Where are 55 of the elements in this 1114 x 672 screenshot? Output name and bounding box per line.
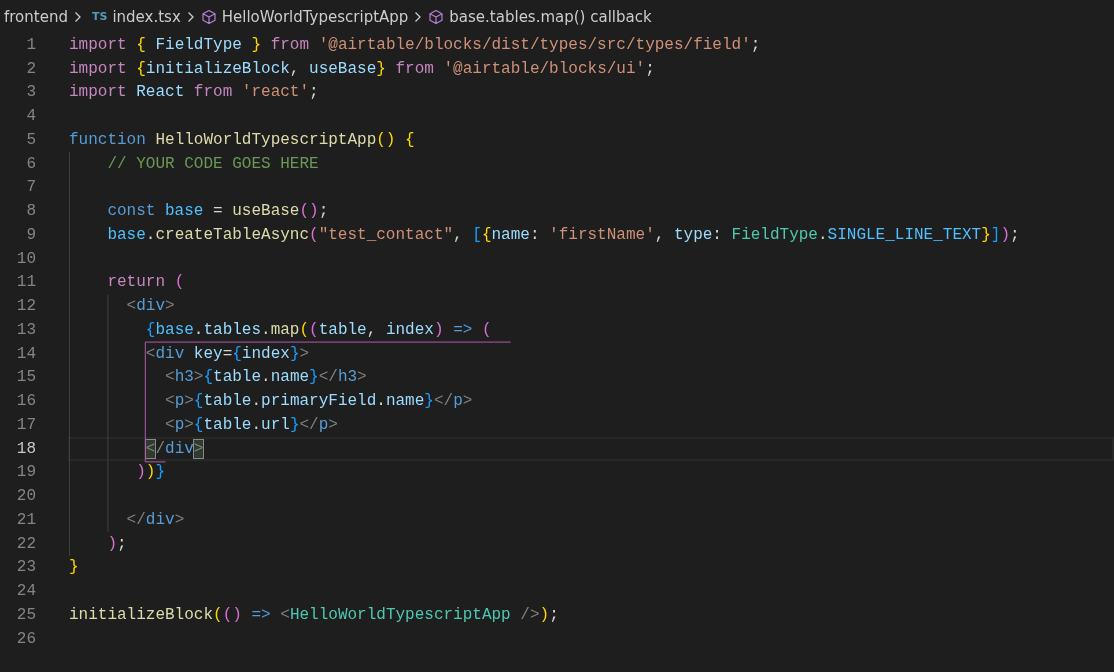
line-number: 1	[25, 35, 36, 54]
code-line: {base.tables.map((table, index) => (	[144, 320, 492, 339]
line-number: 5	[25, 130, 36, 149]
chevron-icon	[186, 10, 195, 23]
line-number: 21	[15, 510, 36, 529]
chevron-icon	[414, 10, 423, 23]
code-line: // YOUR CODE GOES HERE	[106, 154, 319, 173]
line-number: 10	[15, 249, 36, 268]
code-line: <div>	[125, 297, 175, 316]
line-number: 11	[15, 273, 36, 292]
line-number: 16	[15, 392, 36, 411]
line-number: 25	[15, 605, 36, 624]
line-number: 14	[15, 344, 36, 363]
cube-icon	[428, 8, 445, 25]
code-line: return (	[106, 273, 185, 292]
line-number: 24	[15, 582, 36, 601]
line-number: 12	[15, 297, 36, 316]
code-line: import {initializeBlock, useBase} from '@airtable/blocks/ui';	[69, 59, 655, 78]
breadcrumb-item[interactable]: base.tables.map() callback	[449, 7, 652, 26]
cube-icon	[200, 8, 217, 25]
breadcrumb-item[interactable]: index.tsx	[112, 7, 181, 26]
line-number: 6	[25, 154, 36, 173]
code-line: <p>{table.primaryField.name}</p>	[164, 392, 473, 411]
line-number: 4	[25, 107, 36, 126]
code-line: const base = useBase();	[106, 202, 329, 221]
code-line: import { FieldType } from '@airtable/blocks/dist/types/src/types/field';	[69, 35, 761, 54]
line-number: 23	[15, 558, 36, 577]
code-line: base.createTableAsync("test_contact", [{name: 'firstName', type: FieldType.SINGLE_LINE_TEXT}]);	[106, 225, 1020, 244]
line-number: 15	[15, 368, 36, 387]
code-line: initializeBlock(() => <HelloWorldTypescriptApp />);	[69, 605, 559, 624]
line-number: 3	[25, 83, 36, 102]
code-line: ))}	[135, 463, 166, 482]
line-number: 17	[15, 415, 36, 434]
chevron-icon	[73, 10, 82, 23]
file-type-label: TS	[91, 10, 108, 23]
line-number: 19	[15, 463, 36, 482]
code-line: <h3>{table.name}</h3>	[164, 368, 367, 387]
code-line: <div key={index}>	[144, 344, 310, 363]
line-number: 7	[25, 178, 36, 197]
line-number: 2	[25, 59, 36, 78]
code-line: function HelloWorldTypescriptApp() {	[69, 130, 415, 149]
line-number: 18	[15, 439, 36, 458]
line-number: 8	[25, 202, 36, 221]
code-line: <p>{table.url}</p>	[164, 415, 338, 434]
code-line: );	[106, 534, 127, 553]
breadcrumb-item[interactable]: HelloWorldTypescriptApp	[221, 7, 409, 26]
breadcrumb-item[interactable]: frontend	[4, 7, 68, 26]
code-line: </div>	[125, 510, 185, 529]
line-number: 22	[15, 534, 36, 553]
code-line: import React from 'react';	[69, 83, 319, 102]
line-number: 13	[15, 320, 36, 339]
code-line: }	[69, 558, 79, 577]
line-number: 20	[15, 487, 36, 506]
line-number: 9	[25, 225, 36, 244]
line-number: 26	[15, 629, 36, 648]
